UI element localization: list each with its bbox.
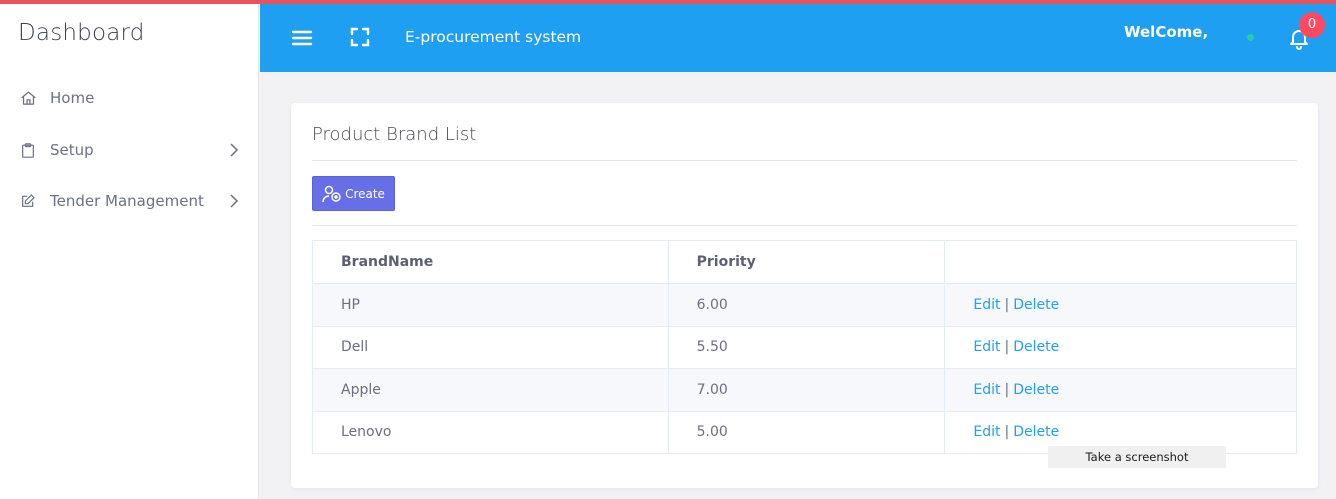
sidebar: Dashboard Home Setup Tender Management xyxy=(0,0,259,499)
priority-cell: 6.00 xyxy=(667,283,946,327)
menu-toggle-icon[interactable] xyxy=(291,27,313,49)
actions-cell: Edit | Delete xyxy=(944,368,1297,412)
priority-cell: 7.00 xyxy=(667,368,946,412)
edit-link[interactable]: Edit xyxy=(973,382,1000,398)
action-separator: | xyxy=(1004,424,1010,441)
create-button-label: Create xyxy=(345,186,385,201)
delete-link[interactable]: Delete xyxy=(1013,297,1059,313)
table-header-row: BrandName Priority xyxy=(312,240,1297,284)
table-row: Dell 5.50 Edit | Delete xyxy=(312,325,1297,369)
sidebar-item-label: Tender Management xyxy=(50,192,204,210)
chevron-right-icon xyxy=(229,143,239,161)
brand-list-card: Product Brand List Create BrandName Prio… xyxy=(291,103,1318,488)
fullscreen-icon[interactable] xyxy=(349,26,371,48)
column-header-actions xyxy=(944,240,1297,284)
sidebar-item-home[interactable]: Home xyxy=(18,83,243,113)
brand-name-cell: Lenovo xyxy=(312,410,669,454)
clipboard-icon xyxy=(18,140,38,160)
priority-cell: 5.50 xyxy=(667,325,946,369)
online-status-indicator xyxy=(1247,34,1254,41)
home-icon xyxy=(18,88,38,108)
sidebar-item-setup[interactable]: Setup xyxy=(18,135,243,165)
brand-name-cell: Dell xyxy=(312,325,669,369)
screenshot-tooltip: Take a screenshot xyxy=(1048,446,1226,468)
brand-name-cell: Apple xyxy=(312,368,669,412)
priority-cell: 5.00 xyxy=(667,410,946,454)
divider xyxy=(312,160,1297,161)
sidebar-item-tender-management[interactable]: Tender Management xyxy=(18,186,243,216)
actions-cell: Edit | Delete xyxy=(944,283,1297,327)
delete-link[interactable]: Delete xyxy=(1013,382,1059,398)
add-user-icon xyxy=(322,185,341,202)
sidebar-item-label: Home xyxy=(50,89,95,107)
table-row: Apple 7.00 Edit | Delete xyxy=(312,368,1297,412)
edit-link[interactable]: Edit xyxy=(973,339,1000,355)
column-header-priority[interactable]: Priority xyxy=(667,240,946,284)
action-separator: | xyxy=(1004,339,1010,356)
notification-badge[interactable]: 0 xyxy=(1299,12,1325,38)
column-header-brandname[interactable]: BrandName xyxy=(312,240,669,284)
edit-link[interactable]: Edit xyxy=(973,297,1000,313)
page-title: Product Brand List xyxy=(312,124,477,145)
chevron-right-icon xyxy=(229,194,239,212)
top-navbar: E-procurement system WelCome, 0 xyxy=(260,4,1336,72)
sidebar-item-label: Setup xyxy=(50,141,94,159)
action-separator: | xyxy=(1004,296,1010,313)
action-separator: | xyxy=(1004,381,1010,398)
sidebar-brand[interactable]: Dashboard xyxy=(18,20,145,46)
user-welcome[interactable]: WelCome, xyxy=(1124,23,1208,41)
delete-link[interactable]: Delete xyxy=(1013,424,1059,440)
create-button[interactable]: Create xyxy=(312,176,395,211)
actions-cell: Edit | Delete xyxy=(944,325,1297,369)
app-title: E-procurement system xyxy=(405,28,582,46)
brand-name-cell: HP xyxy=(312,283,669,327)
divider xyxy=(312,225,1297,226)
brand-table: BrandName Priority HP 6.00 Edit | Delete D… xyxy=(312,240,1297,454)
edit-icon xyxy=(18,191,38,211)
top-accent-bar xyxy=(0,0,1336,4)
table-row: HP 6.00 Edit | Delete xyxy=(312,283,1297,327)
delete-link[interactable]: Delete xyxy=(1013,339,1059,355)
edit-link[interactable]: Edit xyxy=(973,424,1000,440)
